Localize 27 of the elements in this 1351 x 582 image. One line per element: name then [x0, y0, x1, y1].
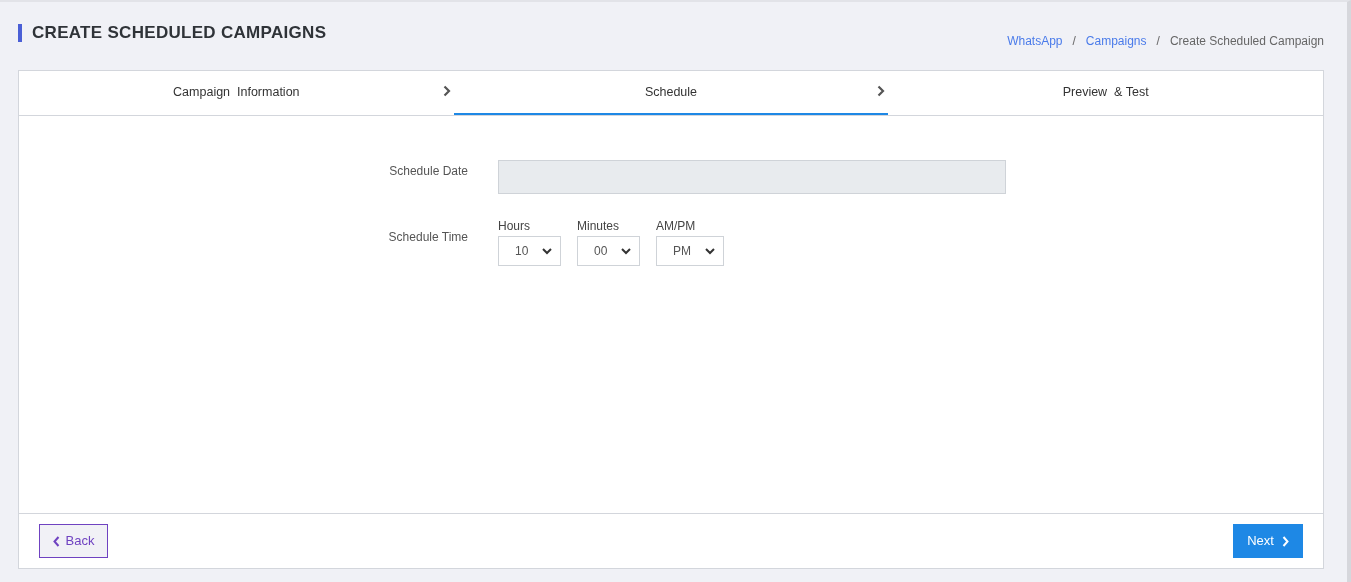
back-button[interactable]: Back	[39, 524, 108, 558]
page-title: CREATE SCHEDULED CAMPAIGNS	[32, 22, 327, 45]
dropdown-select[interactable]: 00	[577, 236, 640, 266]
next-button[interactable]: Next	[1233, 524, 1303, 558]
breadcrumb-separator: /	[1156, 33, 1160, 50]
chevron-icon	[877, 85, 886, 97]
breadcrumb-separator: /	[1072, 33, 1076, 50]
chevron-left-icon	[52, 535, 60, 547]
breadcrumb-current: Create Scheduled Campaign	[1169, 33, 1324, 50]
caret-icon	[621, 247, 631, 255]
breadcrumb-link[interactable]: WhatsApp	[1007, 32, 1063, 50]
select-label: AM/PM	[656, 218, 697, 232]
chevron-right-icon	[1281, 535, 1289, 547]
step-tab[interactable]: Schedule	[453, 71, 889, 115]
select-label: Minutes	[577, 218, 621, 232]
title-accent-bar	[18, 24, 22, 42]
field-label: Schedule Date	[388, 163, 468, 180]
dropdown-select[interactable]: 10	[498, 236, 561, 266]
caret-icon	[705, 247, 715, 255]
step-tab[interactable]: Preview & Test	[888, 71, 1323, 115]
select-label: Hours	[498, 218, 531, 232]
chevron-icon	[442, 85, 451, 97]
step-tab[interactable]: Campaign Information	[19, 71, 454, 115]
dropdown-select[interactable]: PM	[656, 236, 724, 266]
field-label: Schedule Time	[387, 229, 468, 246]
caret-icon	[542, 247, 552, 255]
breadcrumb-link[interactable]: Campaigns	[1085, 32, 1147, 50]
